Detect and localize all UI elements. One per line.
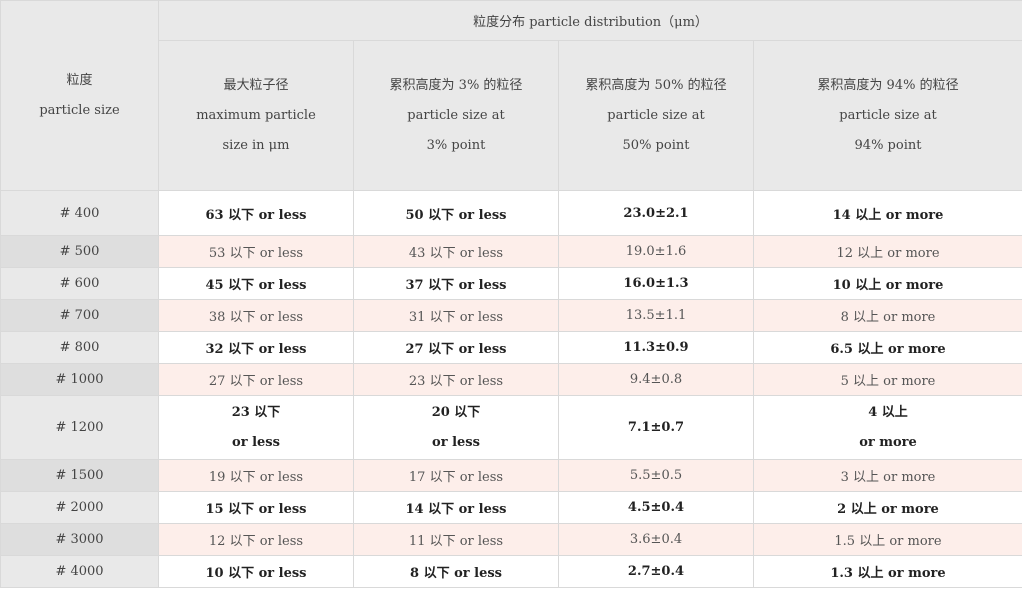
cell-50pct: 13.5±1.1 (558, 299, 754, 332)
cell-size: # 1500 (0, 459, 159, 492)
cell-max: 15 以下 or less (158, 491, 354, 524)
table-row: # 800 32 以下 or less 27 以下 or less 11.3±0… (0, 331, 1022, 364)
cell-size: # 700 (0, 299, 159, 332)
cell-50pct: 16.0±1.3 (558, 267, 754, 300)
cell-50pct: 5.5±0.5 (558, 459, 754, 492)
header-particle-size: 粒度 particle size (0, 0, 159, 191)
cell-94pct: 4 以上 or more (753, 395, 1022, 460)
table-row: # 4000 10 以下 or less 8 以下 or less 2.7±0.… (0, 555, 1022, 588)
cell-max: 38 以下 or less (158, 299, 354, 332)
cell-size: # 400 (0, 190, 159, 236)
cell-max: 32 以下 or less (158, 331, 354, 364)
cell-94pct: 10 以上 or more (753, 267, 1022, 300)
table-row: # 400 63 以下 or less 50 以下 or less 23.0±2… (0, 190, 1022, 236)
cell-max: 10 以下 or less (158, 555, 354, 588)
cell-max: 23 以下 or less (158, 395, 354, 460)
cell-size: # 4000 (0, 555, 159, 588)
cell-max: 53 以下 or less (158, 235, 354, 268)
header-particle-size-cn: 粒度 (66, 72, 93, 88)
header-particle-size-en: particle size (39, 102, 120, 118)
cell-50pct: 2.7±0.4 (558, 555, 754, 588)
table-row: # 2000 15 以下 or less 14 以下 or less 4.5±0… (0, 491, 1022, 524)
cell-max: 19 以下 or less (158, 459, 354, 492)
table-row: # 500 53 以下 or less 43 以下 or less 19.0±1… (0, 235, 1022, 268)
cell-size: # 1200 (0, 395, 159, 460)
cell-94pct: 2 以上 or more (753, 491, 1022, 524)
cell-size: # 1000 (0, 363, 159, 396)
cell-3pct: 11 以下 or less (353, 523, 559, 556)
cell-94pct: 8 以上 or more (753, 299, 1022, 332)
cell-94pct: 5 以上 or more (753, 363, 1022, 396)
table-row: # 700 38 以下 or less 31 以下 or less 13.5±1… (0, 299, 1022, 332)
particle-distribution-table: 粒度 particle size 粒度分布 particle distribut… (0, 0, 1022, 588)
cell-94pct: 1.5 以上 or more (753, 523, 1022, 556)
cell-50pct: 19.0±1.6 (558, 235, 754, 268)
cell-size: # 3000 (0, 523, 159, 556)
cell-3pct: 50 以下 or less (353, 190, 559, 236)
cell-max: 12 以下 or less (158, 523, 354, 556)
table-row: # 600 45 以下 or less 37 以下 or less 16.0±1… (0, 267, 1022, 300)
header-group-distribution: 粒度分布 particle distribution（μm） (158, 0, 1022, 41)
cell-size: # 600 (0, 267, 159, 300)
cell-size: # 800 (0, 331, 159, 364)
table-row: # 3000 12 以下 or less 11 以下 or less 3.6±0… (0, 523, 1022, 556)
cell-50pct: 9.4±0.8 (558, 363, 754, 396)
cell-max: 45 以下 or less (158, 267, 354, 300)
cell-94pct: 12 以上 or more (753, 235, 1022, 268)
header-50pct: 累积高度为 50% 的粒径 particle size at 50% point (558, 40, 754, 191)
table-row: # 1200 23 以下 or less 20 以下 or less 7.1±0… (0, 395, 1022, 460)
cell-50pct: 4.5±0.4 (558, 491, 754, 524)
cell-94pct: 1.3 以上 or more (753, 555, 1022, 588)
cell-3pct: 17 以下 or less (353, 459, 559, 492)
cell-50pct: 11.3±0.9 (558, 331, 754, 364)
cell-50pct: 23.0±2.1 (558, 190, 754, 236)
table-row: # 1500 19 以下 or less 17 以下 or less 5.5±0… (0, 459, 1022, 492)
table-row: # 1000 27 以下 or less 23 以下 or less 9.4±0… (0, 363, 1022, 396)
cell-3pct: 20 以下 or less (353, 395, 559, 460)
header-max-particle: 最大粒子径 maximum particle size in μm (158, 40, 354, 191)
header-3pct: 累积高度为 3% 的粒径 particle size at 3% point (353, 40, 559, 191)
header-94pct: 累积高度为 94% 的粒径 particle size at 94% point (753, 40, 1022, 191)
cell-size: # 2000 (0, 491, 159, 524)
cell-size: # 500 (0, 235, 159, 268)
cell-3pct: 43 以下 or less (353, 235, 559, 268)
cell-3pct: 23 以下 or less (353, 363, 559, 396)
cell-50pct: 3.6±0.4 (558, 523, 754, 556)
cell-3pct: 37 以下 or less (353, 267, 559, 300)
cell-94pct: 6.5 以上 or more (753, 331, 1022, 364)
cell-94pct: 14 以上 or more (753, 190, 1022, 236)
cell-3pct: 31 以下 or less (353, 299, 559, 332)
cell-3pct: 27 以下 or less (353, 331, 559, 364)
cell-max: 63 以下 or less (158, 190, 354, 236)
cell-50pct: 7.1±0.7 (558, 395, 754, 460)
cell-94pct: 3 以上 or more (753, 459, 1022, 492)
cell-3pct: 14 以下 or less (353, 491, 559, 524)
cell-max: 27 以下 or less (158, 363, 354, 396)
cell-3pct: 8 以下 or less (353, 555, 559, 588)
